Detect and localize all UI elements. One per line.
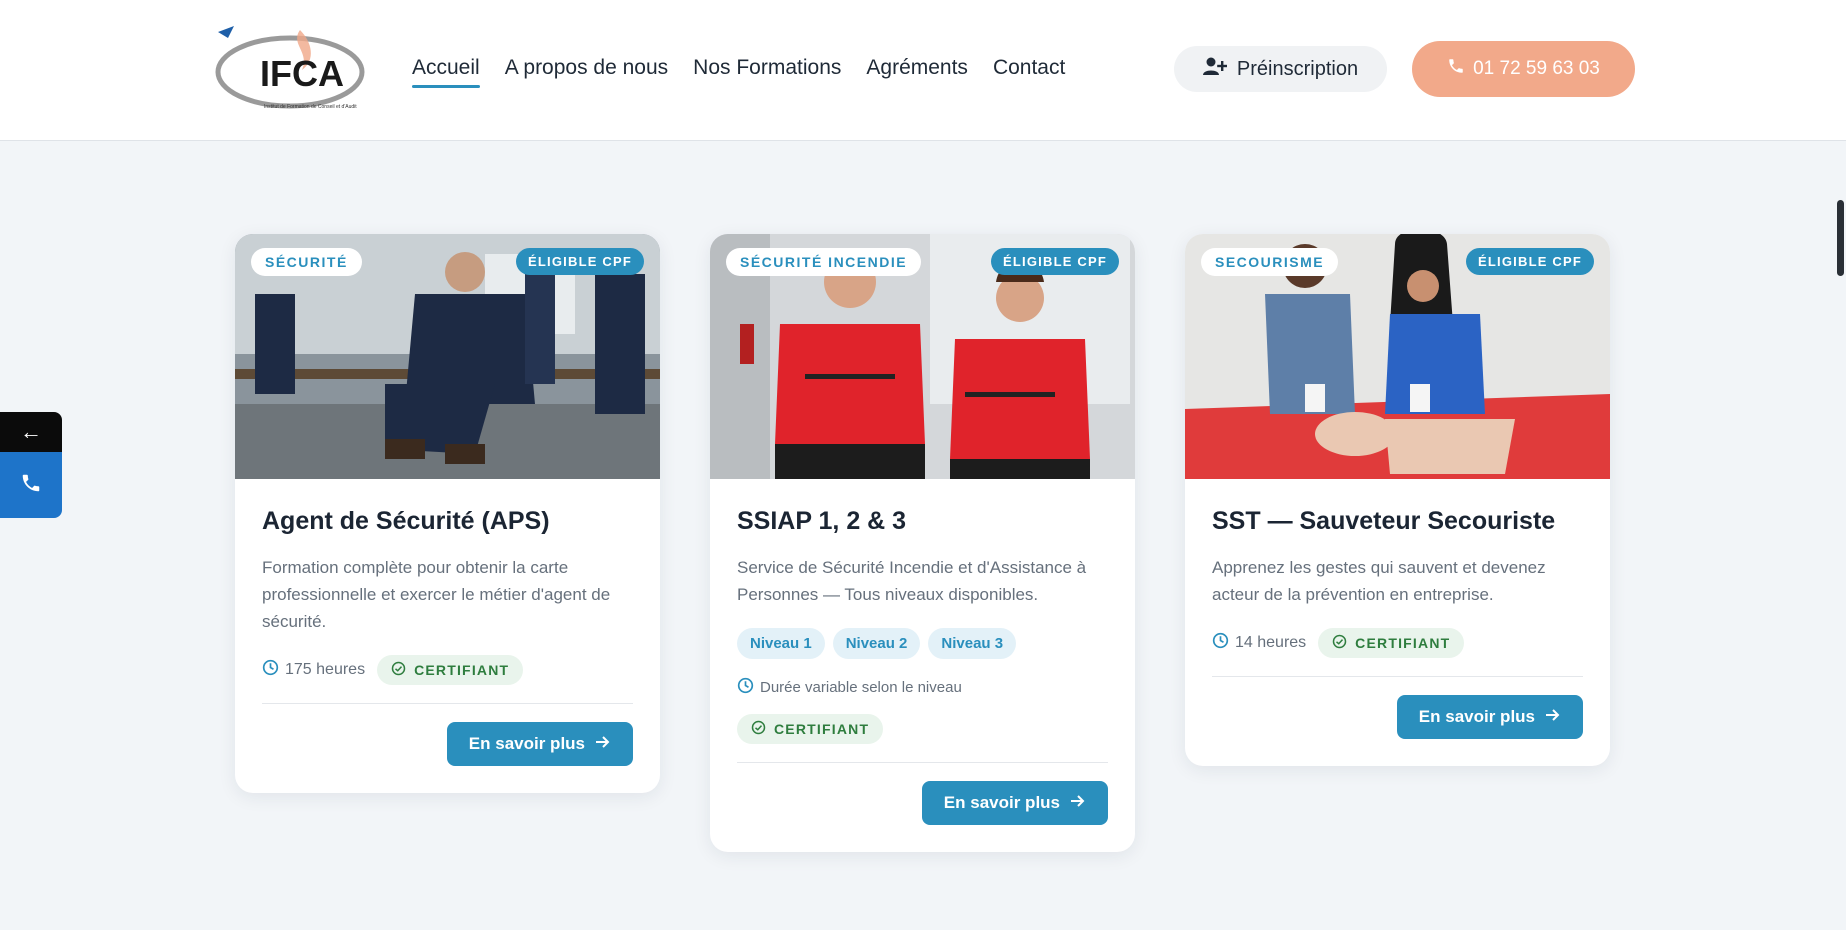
user-plus-icon <box>1202 56 1228 82</box>
card-divider <box>1212 676 1583 677</box>
certifiant-label: CERTIFIANT <box>414 662 510 678</box>
level-badge-3: Niveau 3 <box>928 628 1017 659</box>
hours-label: 175 heures <box>285 661 366 678</box>
card-title: SSIAP 1, 2 & 3 <box>737 507 907 535</box>
en-savoir-plus-button[interactable]: En savoir plus <box>1396 695 1583 739</box>
card-title: Agent de Sécurité (APS) <box>262 507 550 535</box>
category-badge: SECOURISME <box>1201 248 1339 276</box>
phone-button[interactable]: 01 72 59 63 03 <box>1412 41 1635 97</box>
clock-icon <box>1212 632 1229 654</box>
button-label: En savoir plus <box>943 793 1060 812</box>
duration-info: 175 heures <box>262 659 365 681</box>
card-image-sst: SECOURISME ÉLIGIBLE CPF <box>1185 234 1610 479</box>
card-image-aps: SÉCURITÉ ÉLIGIBLE CPF <box>235 234 660 479</box>
check-circle-icon <box>1332 634 1347 652</box>
site-header: IFCA Institut de Formation de Conseil et… <box>0 0 1846 141</box>
card-description: Service de Sécurité Incendie et d'Assist… <box>737 558 1087 604</box>
cpf-badge: ÉLIGIBLE CPF <box>1466 248 1594 275</box>
duration-info: Durée variable selon le niveau <box>737 677 1108 698</box>
nav-agrements[interactable]: Agréments <box>866 56 968 88</box>
en-savoir-plus-button[interactable]: En savoir plus <box>921 781 1108 825</box>
certifiant-badge: CERTIFIANT <box>737 714 884 744</box>
phone-icon <box>1447 57 1465 81</box>
formation-card-ssiap: SÉCURITÉ INCENDIE ÉLIGIBLE CPF SSIAP 1, … <box>710 234 1135 852</box>
duration-info: 14 heures <box>1212 632 1306 654</box>
arrow-left-icon: ← <box>20 419 42 444</box>
cpf-badge: ÉLIGIBLE CPF <box>516 248 644 275</box>
formation-card-aps: SÉCURITÉ ÉLIGIBLE CPF Agent de Sécurité … <box>235 234 660 793</box>
clock-icon <box>737 677 754 698</box>
category-badge: SÉCURITÉ <box>251 248 362 276</box>
formation-card-sst: SECOURISME ÉLIGIBLE CPF SST — Sauveteur … <box>1185 234 1610 766</box>
certifiant-label: CERTIFIANT <box>1355 635 1451 651</box>
nav-formations[interactable]: Nos Formations <box>693 56 841 88</box>
cpf-badge: ÉLIGIBLE CPF <box>991 248 1119 275</box>
nav-a-propos[interactable]: A propos de nous <box>505 56 668 88</box>
certifiant-badge: CERTIFIANT <box>1318 628 1465 658</box>
certifiant-badge: CERTIFIANT <box>377 655 524 685</box>
arrow-right-icon <box>1545 707 1561 727</box>
arrow-right-icon <box>595 734 611 754</box>
card-image-ssiap: SÉCURITÉ INCENDIE ÉLIGIBLE CPF <box>710 234 1135 479</box>
button-label: En savoir plus <box>1418 707 1535 726</box>
certifiant-label: CERTIFIANT <box>774 721 870 737</box>
logo-subtext: Institut de Formation de Conseil et d'Au… <box>264 104 357 110</box>
duration-label: Durée variable selon le niveau <box>760 679 962 696</box>
hours-label: 14 heures <box>1235 634 1307 651</box>
phone-number: 01 72 59 63 03 <box>1473 58 1600 79</box>
ifca-logo[interactable]: IFCA Institut de Formation de Conseil et… <box>212 22 367 117</box>
card-divider <box>737 762 1108 763</box>
arrow-right-icon <box>1070 793 1086 813</box>
card-divider <box>262 703 633 704</box>
phone-icon <box>20 472 42 499</box>
card-description: Formation complète pour obtenir la carte… <box>262 558 611 631</box>
clock-icon <box>262 659 279 681</box>
preinscription-button[interactable]: Préinscription <box>1174 46 1387 92</box>
category-badge: SÉCURITÉ INCENDIE <box>726 248 922 276</box>
preinscription-label: Préinscription <box>1236 57 1359 80</box>
logo-wordmark: IFCA <box>260 53 344 94</box>
level-badge-2: Niveau 2 <box>832 628 921 659</box>
en-savoir-plus-button[interactable]: En savoir plus <box>446 722 633 766</box>
side-collapse-button[interactable]: ← <box>0 412 62 452</box>
button-label: En savoir plus <box>468 734 585 753</box>
nav-contact[interactable]: Contact <box>993 56 1065 88</box>
main-nav: Accueil A propos de nous Nos Formations … <box>412 56 1090 88</box>
card-title: SST — Sauveteur Secouriste <box>1212 507 1556 535</box>
card-description: Apprenez les gestes qui sauvent et deven… <box>1212 558 1546 604</box>
check-circle-icon <box>751 720 766 738</box>
check-circle-icon <box>391 661 406 679</box>
level-badge-1: Niveau 1 <box>737 628 825 659</box>
nav-accueil[interactable]: Accueil <box>412 56 480 88</box>
page-scrollbar-thumb[interactable] <box>1837 200 1844 276</box>
side-phone-button[interactable] <box>0 452 62 518</box>
